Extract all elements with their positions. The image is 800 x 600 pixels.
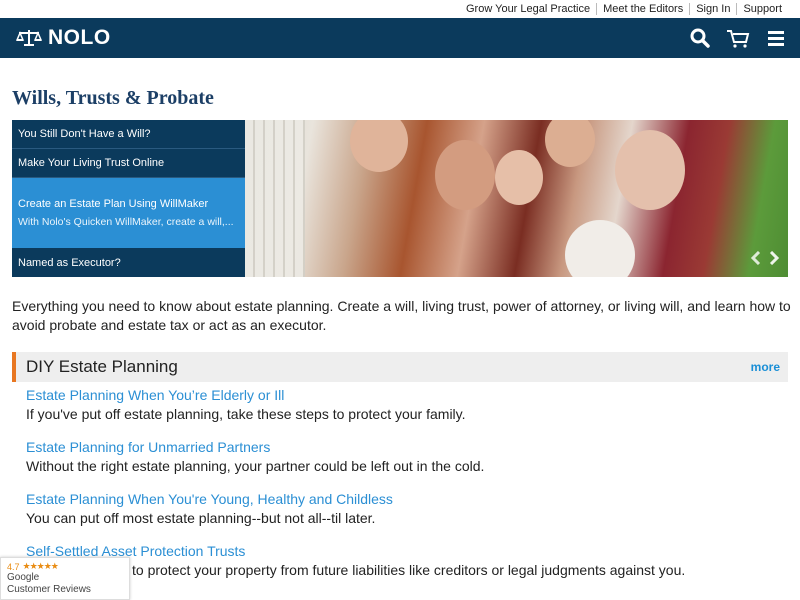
menu-icon[interactable] xyxy=(764,26,788,50)
article-link[interactable]: Self-Settled Asset Protection Trusts xyxy=(26,543,786,560)
section-header: DIY Estate Planning more xyxy=(12,352,788,382)
google-reviews-badge[interactable]: 4.7 ★★★★★ Google Customer Reviews xyxy=(0,557,130,600)
star-rating-icon: ★★★★★ xyxy=(22,561,59,571)
article-desc: If you've put off estate planning, take … xyxy=(26,406,466,422)
list-item: Estate Planning When You're Young, Healt… xyxy=(26,491,786,543)
list-item: Estate Planning for Unmarried Partners W… xyxy=(26,439,786,491)
list-item: Self-Settled Asset Protection Trusts to … xyxy=(26,543,786,595)
hero-item-executor[interactable]: Named as Executor? xyxy=(12,248,245,277)
hero-item-no-will[interactable]: You Still Don't Have a Will? xyxy=(12,120,245,149)
utility-bar: Grow Your Legal Practice Meet the Editor… xyxy=(0,0,800,18)
article-link[interactable]: Estate Planning for Unmarried Partners xyxy=(26,439,786,456)
intro-text: Everything you need to know about estate… xyxy=(12,298,791,333)
article-desc: to protect your property from future lia… xyxy=(132,562,686,578)
article-desc: Without the right estate planning, your … xyxy=(26,458,485,474)
hero-menu: You Still Don't Have a Will? Make Your L… xyxy=(12,120,245,277)
family-photo xyxy=(245,120,788,277)
rating-value: 4.7 xyxy=(7,561,20,572)
article-link[interactable]: Estate Planning When You’re Elderly or I… xyxy=(26,387,786,404)
list-item: Estate Planning When You’re Elderly or I… xyxy=(26,387,786,439)
nolo-logo[interactable]: NOLO xyxy=(16,26,111,50)
scales-icon xyxy=(16,30,42,46)
carousel-prev-icon[interactable] xyxy=(750,251,762,265)
hero-item-living-trust[interactable]: Make Your Living Trust Online xyxy=(12,149,245,178)
support-link[interactable]: Support xyxy=(736,3,788,15)
hero-carousel: You Still Don't Have a Will? Make Your L… xyxy=(12,120,788,277)
article-list: Estate Planning When You’re Elderly or I… xyxy=(26,387,786,595)
cart-icon[interactable] xyxy=(726,26,750,50)
customer-reviews-label: Customer Reviews xyxy=(7,584,91,595)
sign-in-link[interactable]: Sign In xyxy=(689,3,736,15)
site-header: NOLO xyxy=(0,18,800,58)
logo-text: NOLO xyxy=(48,26,111,49)
page-title: Wills, Trusts & Probate xyxy=(12,87,214,109)
meet-editors-link[interactable]: Meet the Editors xyxy=(596,3,689,15)
carousel-next-icon[interactable] xyxy=(768,251,780,265)
article-desc: You can put off most estate planning--bu… xyxy=(26,510,376,526)
google-label: Google xyxy=(7,572,40,583)
search-icon[interactable] xyxy=(688,26,712,50)
article-link[interactable]: Estate Planning When You're Young, Healt… xyxy=(26,491,786,508)
grow-practice-link[interactable]: Grow Your Legal Practice xyxy=(460,3,596,15)
more-link[interactable]: more xyxy=(751,360,780,374)
hero-item-estate-plan-active[interactable]: Create an Estate Plan Using WillMaker Wi… xyxy=(12,178,245,248)
section-title: DIY Estate Planning xyxy=(26,357,178,376)
